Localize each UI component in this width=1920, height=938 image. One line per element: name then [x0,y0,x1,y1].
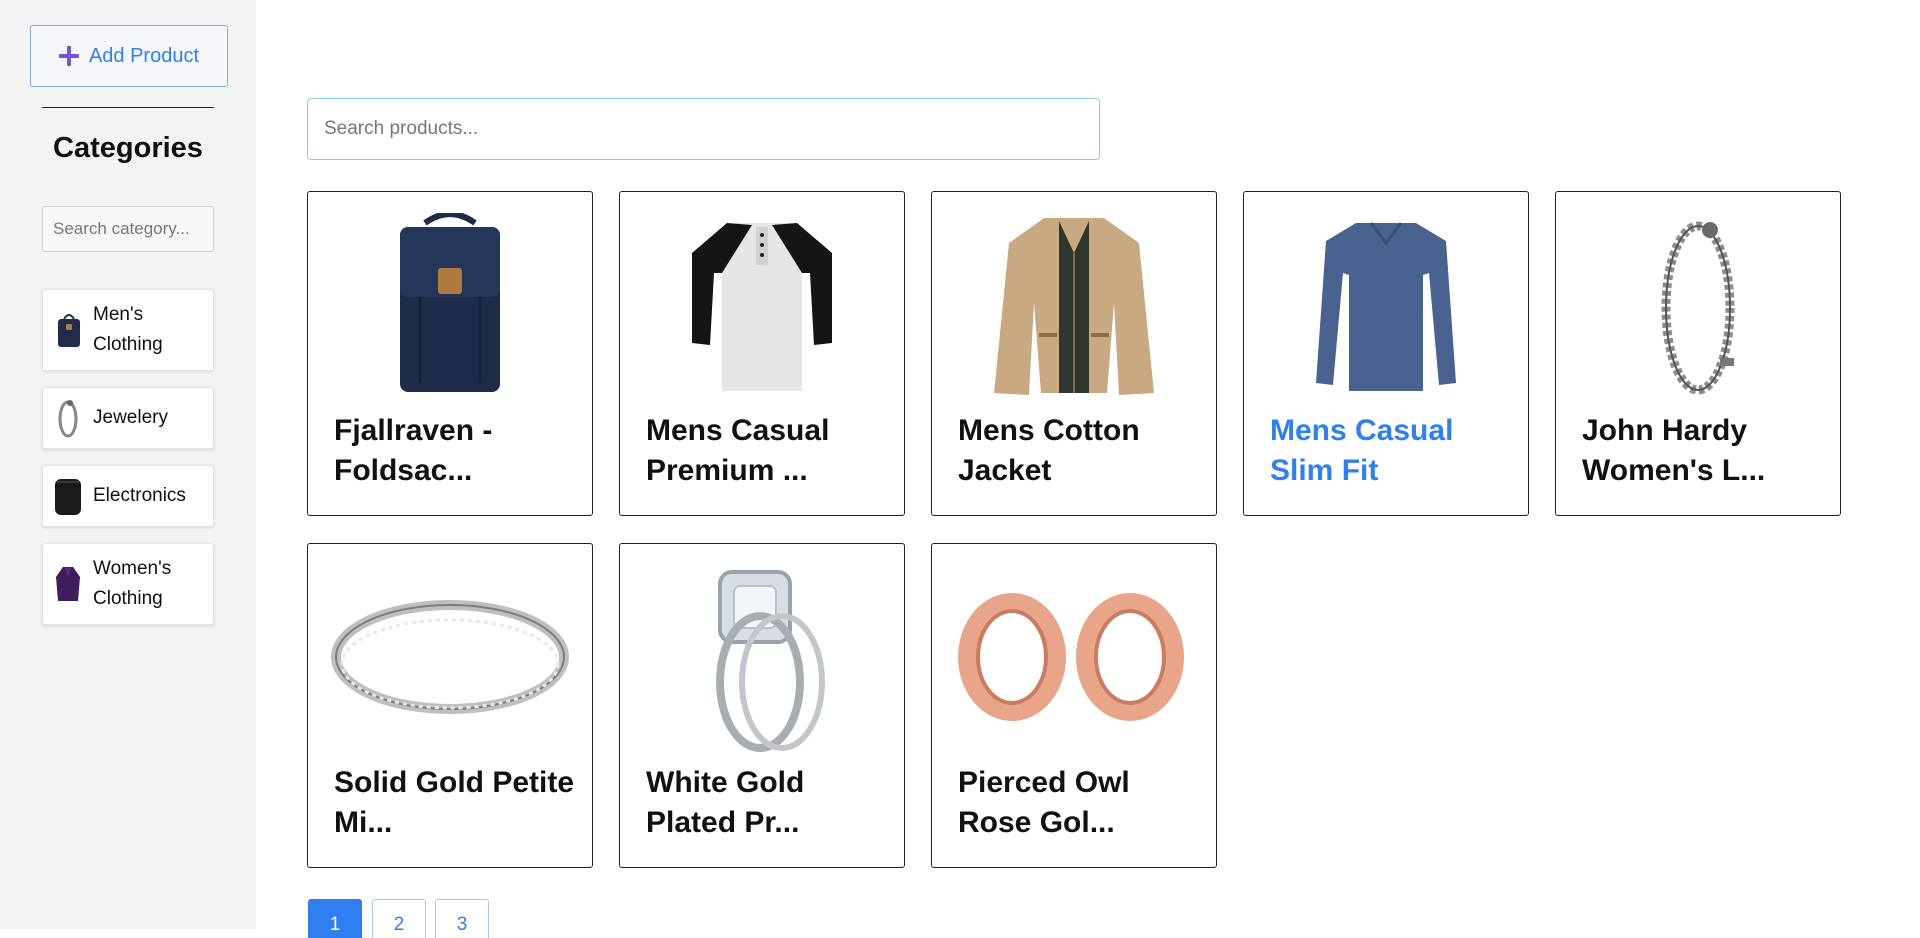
halo-engagement-ring-image [640,562,884,752]
product-title: Fjallraven - Foldsac... [334,414,493,487]
category-label: Men's Clothing [93,304,163,355]
blue-longsleeve-image [1264,210,1508,400]
sidebar-divider [42,107,214,108]
rose-gold-plugs-image [952,562,1196,752]
product-title: Mens Casual Premium ... [646,414,830,487]
page-button-1[interactable]: 1 [308,899,362,938]
category-item-mens-clothing[interactable]: Men's Clothing [42,289,214,371]
product-card[interactable]: Mens Casual Slim Fit [1243,191,1529,516]
page-button-2[interactable]: 2 [372,899,426,938]
page-button-3[interactable]: 3 [435,899,489,938]
category-item-jewelery[interactable]: Jewelery [42,387,214,449]
category-label: Jewelery [93,407,168,428]
raglan-tshirt-image [640,210,884,400]
product-card[interactable]: Mens Cotton Jacket [931,191,1217,516]
hard-drive-thumb-icon [53,473,83,519]
product-title: Pierced Owl Rose Gol... [958,766,1130,839]
bracelet-thumb-icon [53,395,83,441]
plus-icon [58,46,79,66]
dragon-bracelet-image [1576,210,1820,400]
product-title: Mens Cotton Jacket [958,414,1140,487]
product-title: John Hardy Women's L... [1582,414,1766,487]
product-card[interactable]: Fjallraven - Foldsac... [307,191,593,516]
sidebar: Add Product Categories Men's Clothing Je… [0,0,256,929]
silver-band-ring-image [328,562,572,752]
product-card[interactable]: Mens Casual Premium ... [619,191,905,516]
categories-heading: Categories [53,132,203,164]
khaki-jacket-image [952,210,1196,400]
product-title: Mens Casual Slim Fit [1270,414,1454,487]
navy-backpack-image [328,210,572,400]
backpack-thumb-icon [53,307,83,353]
category-item-electronics[interactable]: Electronics [42,465,214,527]
purple-jacket-thumb-icon [53,561,83,607]
add-product-button[interactable]: Add Product [30,25,228,87]
product-title: White Gold Plated Pr... [646,766,805,839]
category-item-womens-clothing[interactable]: Women's Clothing [42,543,214,625]
category-label: Electronics [93,485,186,506]
product-card[interactable]: John Hardy Women's L... [1555,191,1841,516]
product-search-input[interactable] [307,98,1100,160]
product-title: Solid Gold Petite Mi... [334,766,575,839]
product-card[interactable]: Solid Gold Petite Mi... [307,543,593,868]
category-label: Women's Clothing [93,558,172,609]
add-product-label: Add Product [88,44,200,67]
product-card[interactable]: White Gold Plated Pr... [619,543,905,868]
product-card[interactable]: Pierced Owl Rose Gol... [931,543,1217,868]
category-search-input[interactable] [42,206,214,252]
